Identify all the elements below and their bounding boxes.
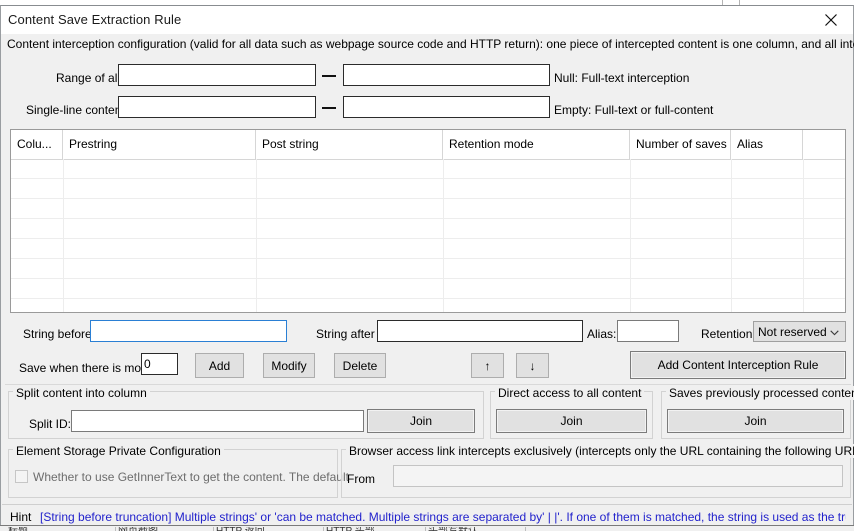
- range-of-all-start-input[interactable]: [118, 64, 316, 86]
- window-title: Content Save Extraction Rule: [8, 12, 181, 27]
- split-content-panel-title: Split content into column: [13, 386, 150, 400]
- string-after-label: String after: [316, 327, 375, 341]
- table-row[interactable]: [11, 299, 845, 313]
- title-bar: Content Save Extraction Rule: [1, 6, 853, 34]
- split-join-button[interactable]: Join: [367, 409, 475, 433]
- retention-mode-value: Not reserved: [754, 325, 827, 339]
- interception-rules-table[interactable]: Colu... Prestring Post string Retention …: [10, 129, 846, 313]
- move-up-button[interactable]: ↑: [471, 353, 504, 378]
- range-of-all-label: Range of all: [56, 71, 120, 85]
- string-before-label: String before: [23, 327, 92, 341]
- content-save-extraction-rule-dialog: Content Save Extraction Rule Content int…: [0, 5, 854, 531]
- table-row[interactable]: [11, 259, 845, 279]
- table-row[interactable]: [11, 239, 845, 259]
- range-of-all-end-input[interactable]: [343, 64, 550, 86]
- retention-label: Retention: [701, 327, 752, 341]
- column-header-post-string[interactable]: Post string: [256, 130, 443, 159]
- alias-input[interactable]: [617, 320, 679, 342]
- add-button[interactable]: Add: [195, 353, 244, 378]
- direct-access-panel-title: Direct access to all content: [495, 386, 644, 400]
- alias-label: Alias:: [587, 327, 616, 341]
- saves-processed-panel-title: Saves previously processed content t: [666, 386, 854, 400]
- saves-processed-join-button[interactable]: Join: [667, 409, 844, 433]
- column-header-alias[interactable]: Alias: [731, 130, 803, 159]
- retention-mode-select[interactable]: Not reserved: [753, 321, 846, 342]
- table-row[interactable]: [11, 159, 845, 179]
- column-header-retention-mode[interactable]: Retention mode: [443, 130, 630, 159]
- hint-text: [String before truncation] Multiple stri…: [40, 510, 846, 524]
- table-row[interactable]: [11, 219, 845, 239]
- column-header-number-of-saves[interactable]: Number of saves: [630, 130, 731, 159]
- screen-root: Content Save Extraction Rule Content int…: [0, 0, 854, 531]
- column-header-spacer[interactable]: [803, 130, 845, 159]
- single-line-separator-dash: [322, 107, 336, 109]
- direct-access-join-button[interactable]: Join: [496, 409, 647, 433]
- string-before-input[interactable]: [90, 320, 287, 342]
- delete-button[interactable]: Delete: [334, 353, 386, 378]
- from-url-input[interactable]: [393, 465, 843, 487]
- dialog-description: Content interception configuration (vali…: [7, 37, 854, 51]
- split-id-label: Split ID:: [29, 417, 71, 431]
- bottom-strip-cell: 标题: [6, 527, 116, 531]
- single-line-content-end-input[interactable]: [343, 96, 550, 118]
- table-row[interactable]: [11, 179, 845, 199]
- getinnertext-checkbox-label: Whether to use GetInnerText to get the c…: [33, 470, 349, 484]
- single-line-content-start-input[interactable]: [118, 96, 316, 118]
- move-down-button[interactable]: ↓: [516, 353, 549, 378]
- browser-access-panel-title: Browser access link intercepts exclusive…: [346, 444, 854, 458]
- section-divider: [5, 384, 851, 385]
- table-row[interactable]: [11, 199, 845, 219]
- range-of-all-note: Null: Full-text interception: [554, 71, 689, 85]
- hint-label: Hint: [10, 510, 31, 524]
- save-when-label: Save when there is more: [19, 361, 152, 375]
- bottom-strip-cell: HTTP 返回: [214, 527, 324, 531]
- single-line-content-note: Empty: Full-text or full-content: [554, 103, 713, 117]
- split-id-input[interactable]: [71, 410, 364, 432]
- column-header-column[interactable]: Colu...: [11, 130, 63, 159]
- bottom-strip-cell: 头部写默认: [426, 527, 526, 531]
- chevron-down-icon: [830, 325, 839, 339]
- background-window-bottom-strip: 标题 网页截图 HTTP 返回 HTTP 头部 头部写默认: [0, 525, 854, 531]
- modify-button[interactable]: Modify: [263, 353, 315, 378]
- close-icon[interactable]: [809, 6, 853, 33]
- string-after-input[interactable]: [377, 320, 583, 342]
- save-when-input[interactable]: [141, 353, 178, 375]
- from-label: From: [347, 472, 375, 486]
- bottom-strip-cell: HTTP 头部: [324, 527, 426, 531]
- add-content-interception-rule-button[interactable]: Add Content Interception Rule: [630, 351, 846, 379]
- column-header-prestring[interactable]: Prestring: [63, 130, 256, 159]
- single-line-content-label: Single-line content: [26, 103, 125, 117]
- range-separator-dash: [322, 75, 336, 77]
- table-row[interactable]: [11, 279, 845, 299]
- element-storage-panel-title: Element Storage Private Configuration: [13, 444, 224, 458]
- getinnertext-checkbox[interactable]: [15, 470, 28, 483]
- table-header-row: Colu... Prestring Post string Retention …: [11, 130, 845, 160]
- bottom-strip-cell: 网页截图: [116, 527, 214, 531]
